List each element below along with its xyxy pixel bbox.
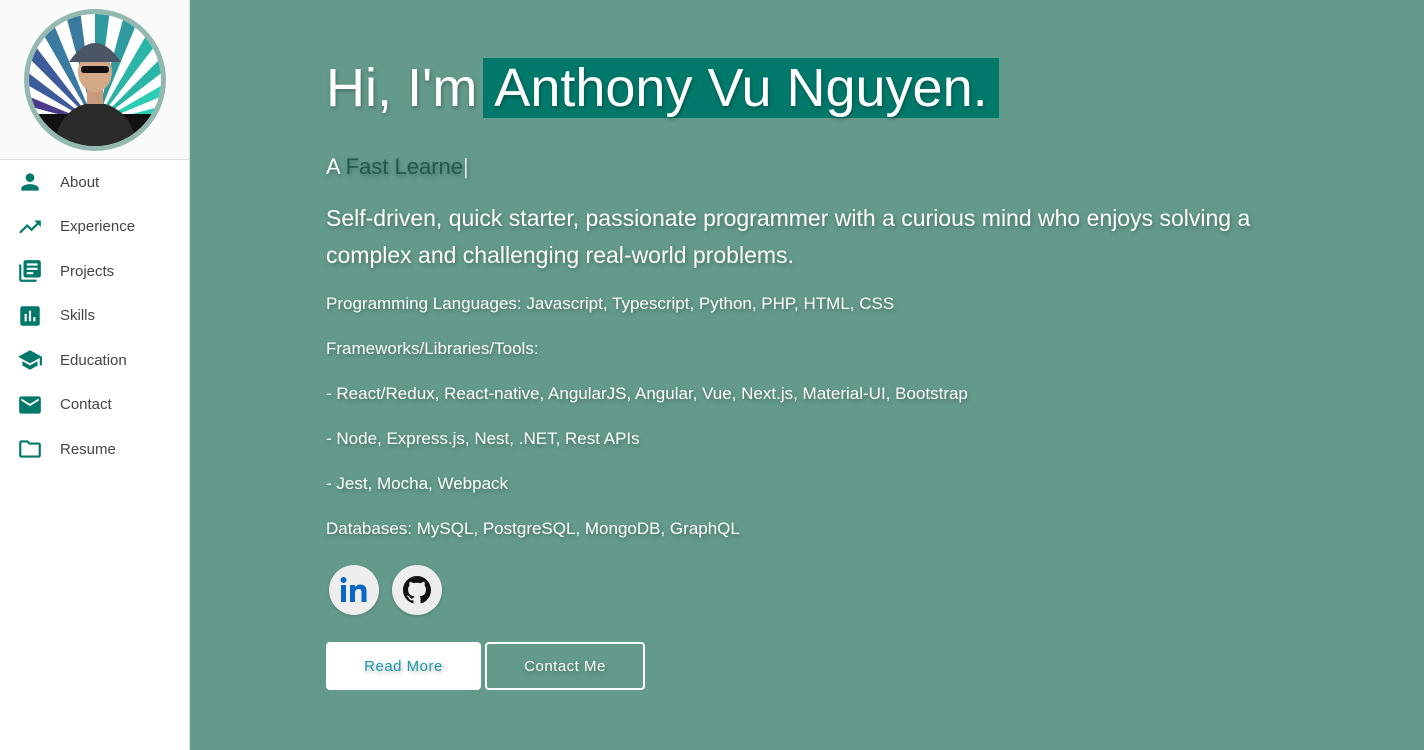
read-more-button[interactable]: Read More (326, 642, 481, 690)
folder-icon (19, 440, 41, 458)
avatar (23, 8, 166, 151)
summary: Self-driven, quick starter, passionate p… (326, 205, 1251, 268)
headline: Hi, I'm Anthony Vu Nguyen. (326, 57, 999, 119)
greeting: Hi, I'm (326, 58, 478, 118)
linkedin-icon (340, 577, 367, 602)
github-button[interactable] (392, 565, 442, 615)
name-highlight: Anthony Vu Nguyen. (483, 58, 999, 118)
sidebar-item-label: About (60, 173, 100, 191)
contact-me-button[interactable]: Contact Me (485, 642, 645, 690)
typed-subtitle: A Fast Learne| (326, 154, 469, 180)
bar-chart-icon (20, 306, 40, 326)
person-icon (21, 173, 39, 191)
sidebar-item-contact[interactable]: Contact (0, 383, 189, 428)
skills-line: Programming Languages: Javascript, Types… (326, 294, 895, 313)
typed-text: Fast Learne (345, 154, 463, 179)
sidebar-item-about[interactable]: About (0, 160, 189, 205)
sidebar-item-projects[interactable]: Projects (0, 249, 189, 294)
skills-line: - Jest, Mocha, Webpack (326, 474, 509, 493)
sidebar-item-label: Experience (60, 218, 136, 236)
sidebar-item-resume[interactable]: Resume (0, 427, 189, 472)
sidebar-item-skills[interactable]: Skills (0, 294, 189, 339)
github-icon (403, 576, 431, 604)
school-icon (18, 350, 42, 370)
sidebar-item-label: Resume (60, 440, 116, 458)
linkedin-button[interactable] (329, 565, 379, 615)
typing-cursor: | (463, 154, 469, 179)
avatar-container (0, 0, 189, 160)
skills-line: Frameworks/Libraries/Tools: (326, 339, 539, 358)
sidebar-item-education[interactable]: Education (0, 338, 189, 383)
skills-line: - Node, Express.js, Nest, .NET, Rest API… (326, 429, 640, 448)
skills-line: - React/Redux, React-native, AngularJS, … (326, 384, 968, 403)
sidebar-item-experience[interactable]: Experience (0, 205, 189, 250)
typed-prefix: A (326, 154, 340, 179)
sidebar: About Experience Projects Skills Educati… (0, 0, 190, 750)
sidebar-item-label: Skills (60, 307, 96, 325)
trending-up-icon (19, 220, 41, 234)
sidebar-item-label: Projects (60, 262, 115, 280)
library-books-icon (19, 260, 41, 283)
skills-line: Databases: MySQL, PostgreSQL, MongoDB, G… (326, 519, 740, 538)
sidebar-nav: About Experience Projects Skills Educati… (0, 160, 189, 472)
sidebar-item-label: Contact (60, 396, 112, 414)
mail-icon (19, 396, 41, 414)
sidebar-item-label: Education (60, 351, 127, 369)
